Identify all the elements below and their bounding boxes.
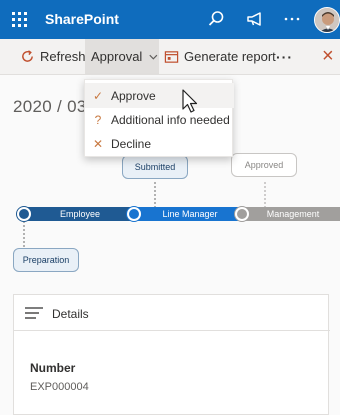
question-icon: ? <box>94 112 102 127</box>
stage-management: Management <box>246 207 340 221</box>
approval-menu: ✓ Approve ? Additional info needed ✕ Dec… <box>84 79 234 157</box>
refresh-button[interactable]: Refresh <box>20 39 86 74</box>
list-icon <box>25 307 43 319</box>
megaphone-icon[interactable] <box>245 9 265 29</box>
command-bar: Refresh Approval Generate report ··· × <box>0 39 340 75</box>
stage-line-manager: Line Manager <box>134 207 246 221</box>
more-commands-button[interactable]: ··· <box>276 39 293 74</box>
menu-item-additional-info[interactable]: ? Additional info needed <box>85 107 234 132</box>
avatar[interactable] <box>314 7 340 33</box>
approval-flow: Submitted Approved Preparation Employee … <box>0 150 340 280</box>
check-icon: ✓ <box>92 88 104 103</box>
number-label: Number <box>30 361 76 375</box>
menu-item-approve-label: Approve <box>111 88 156 103</box>
menu-item-decline-label: Decline <box>111 136 152 151</box>
chevron-down-icon <box>149 54 158 60</box>
menu-item-additional-info-label: Additional info needed <box>111 112 230 127</box>
refresh-icon <box>22 50 33 62</box>
approval-label: Approval <box>91 49 143 64</box>
details-card: Details Number EXP000004 <box>13 294 330 415</box>
preparation-bubble: Preparation <box>13 248 79 272</box>
number-value: EXP000004 <box>30 381 89 393</box>
suite-bar: SharePoint <box>0 0 340 39</box>
generate-report-button[interactable]: Generate report <box>164 39 276 74</box>
stage-employee: Employee <box>24 207 136 221</box>
approval-button[interactable]: Approval <box>85 39 159 74</box>
app-launcher-icon[interactable] <box>12 12 28 28</box>
submitted-bubble: Submitted <box>122 155 188 179</box>
menu-item-decline[interactable]: ✕ Decline <box>85 131 234 156</box>
search-icon[interactable] <box>206 9 226 29</box>
stage-dot-management <box>235 207 249 221</box>
page-title: 2020 / 03 <box>13 97 87 116</box>
details-header[interactable]: Details <box>14 295 330 331</box>
brand-name[interactable]: SharePoint <box>45 11 119 27</box>
refresh-label: Refresh <box>40 49 86 64</box>
approved-bubble: Approved <box>231 153 297 177</box>
generate-report-label: Generate report <box>184 49 276 64</box>
report-icon <box>164 50 179 63</box>
more-icon[interactable] <box>282 9 302 29</box>
stage-dot-employee <box>17 207 31 221</box>
mouse-cursor-icon <box>182 89 198 113</box>
details-heading: Details <box>52 307 89 321</box>
close-button[interactable]: × <box>322 39 334 74</box>
menu-item-approve[interactable]: ✓ Approve <box>85 83 234 108</box>
x-icon: ✕ <box>92 136 104 151</box>
stage-dot-line-manager <box>127 207 141 221</box>
